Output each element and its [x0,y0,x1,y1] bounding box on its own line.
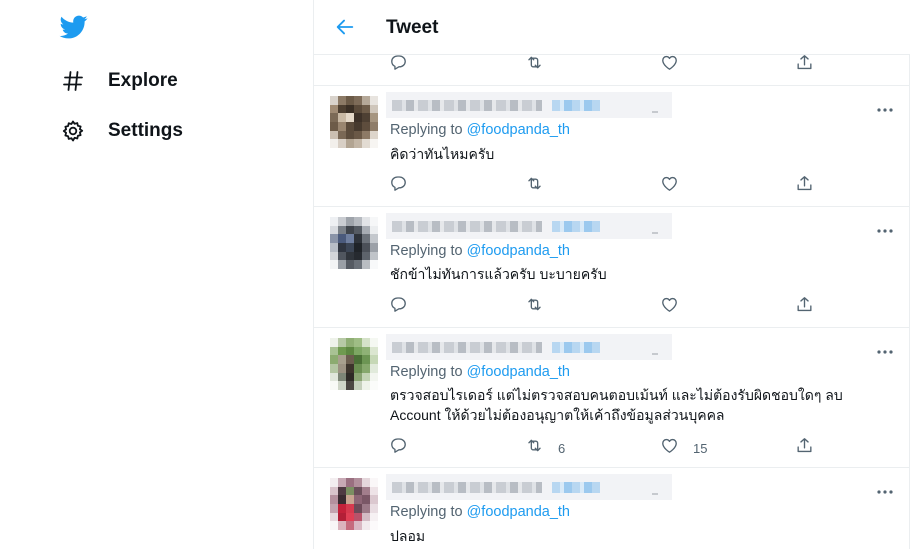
replying-prefix: Replying to [390,364,467,380]
author-name-blurred[interactable] [386,213,672,239]
more-icon[interactable] [876,221,894,233]
tweet-actions [389,53,829,75]
replying-to: Replying to @foodpanda_th [390,243,570,259]
tweet-text-line-1: ตรวจสอบไรเดอร์ แต่ไม่ตรวจสอบคนตอบเม้นท์ … [390,387,843,403]
share-button[interactable] [795,295,814,319]
back-arrow-icon[interactable] [334,16,356,38]
reply-icon [389,53,408,77]
like-button[interactable] [660,174,679,198]
share-icon [795,174,814,198]
share-button[interactable] [795,53,814,77]
like-button[interactable]: 15 [660,436,707,460]
retweet-button[interactable] [525,174,544,198]
replying-to: Replying to @foodpanda_th [390,364,570,380]
replying-prefix: Replying to [390,122,467,138]
author-name-blurred[interactable] [386,474,672,500]
tweet-text: ปลอม [390,528,426,544]
share-icon [795,436,814,460]
like-count: 15 [693,440,708,456]
replying-handle-link[interactable]: @foodpanda_th [467,504,570,520]
replying-to: Replying to @foodpanda_th [390,122,570,138]
replying-prefix: Replying to [390,243,467,259]
tweet-item[interactable]: Replying to @foodpanda_th คิดว่าทันไหมคร… [314,86,910,207]
hashtag-icon [60,68,86,94]
like-button[interactable] [660,53,679,77]
nav-explore-label: Explore [108,70,178,91]
retweet-icon [525,436,544,460]
like-icon [660,295,679,319]
reply-icon [389,295,408,319]
replying-to: Replying to @foodpanda_th [390,504,570,520]
author-name-blurred[interactable] [386,92,672,118]
share-button[interactable] [795,174,814,198]
retweet-button[interactable]: 6 [525,436,565,460]
retweet-icon [525,53,544,77]
avatar[interactable] [330,478,378,530]
tweet-item[interactable]: Replying to @foodpanda_th ชักข้าไม่ทันกา… [314,207,910,328]
retweet-button[interactable] [525,53,544,77]
share-icon [795,53,814,77]
tweet-text: ชักข้าไม่ทันการแล้วครับ บะบายครับ [390,266,607,282]
reply-button[interactable] [389,174,408,198]
replying-prefix: Replying to [390,504,467,520]
share-button[interactable] [795,436,814,460]
nav-item-settings[interactable]: Settings [60,116,183,146]
avatar[interactable] [330,338,378,390]
avatar[interactable] [330,217,378,269]
replying-handle-link[interactable]: @foodpanda_th [467,364,570,380]
reply-icon [389,174,408,198]
reply-icon [389,436,408,460]
reply-button[interactable] [389,295,408,319]
twitter-bird-icon[interactable] [58,13,90,41]
nav-settings-label: Settings [108,120,183,141]
left-navigation: Explore Settings [0,0,313,549]
retweet-icon [525,295,544,319]
reply-button[interactable] [389,436,408,460]
retweet-count: 6 [558,440,566,456]
page-header: Tweet [314,0,910,55]
retweet-icon [525,174,544,198]
author-name-blurred[interactable] [386,334,672,360]
gear-icon [60,118,86,144]
more-icon[interactable] [876,482,894,494]
reply-button[interactable] [389,53,408,77]
share-icon [795,295,814,319]
tweet-item[interactable]: Replying to @foodpanda_th ปลอม [314,468,910,549]
page-title: Tweet [386,17,439,38]
more-icon[interactable] [876,100,894,112]
tweet-text-line-2: Account ให้ด้วยไม่ต้องอนุญาตให้เค้าถึงข้… [390,407,725,423]
like-icon [660,436,679,460]
retweet-button[interactable] [525,295,544,319]
avatar[interactable] [330,96,378,148]
more-icon[interactable] [876,342,894,354]
main-column: Tweet Replying to @foodpanda_th คิดว่าทั… [313,0,910,549]
like-icon [660,53,679,77]
tweet-text: คิดว่าทันไหมครับ [390,146,495,162]
like-button[interactable] [660,295,679,319]
tweet-actions: 6 15 [389,436,829,458]
replying-handle-link[interactable]: @foodpanda_th [467,122,570,138]
tweet-actions [389,295,829,317]
nav-item-explore[interactable]: Explore [60,66,178,96]
tweet-item[interactable]: Replying to @foodpanda_th ตรวจสอบไรเดอร์… [314,328,910,468]
like-icon [660,174,679,198]
replying-handle-link[interactable]: @foodpanda_th [467,243,570,259]
tweet-actions [389,174,829,196]
